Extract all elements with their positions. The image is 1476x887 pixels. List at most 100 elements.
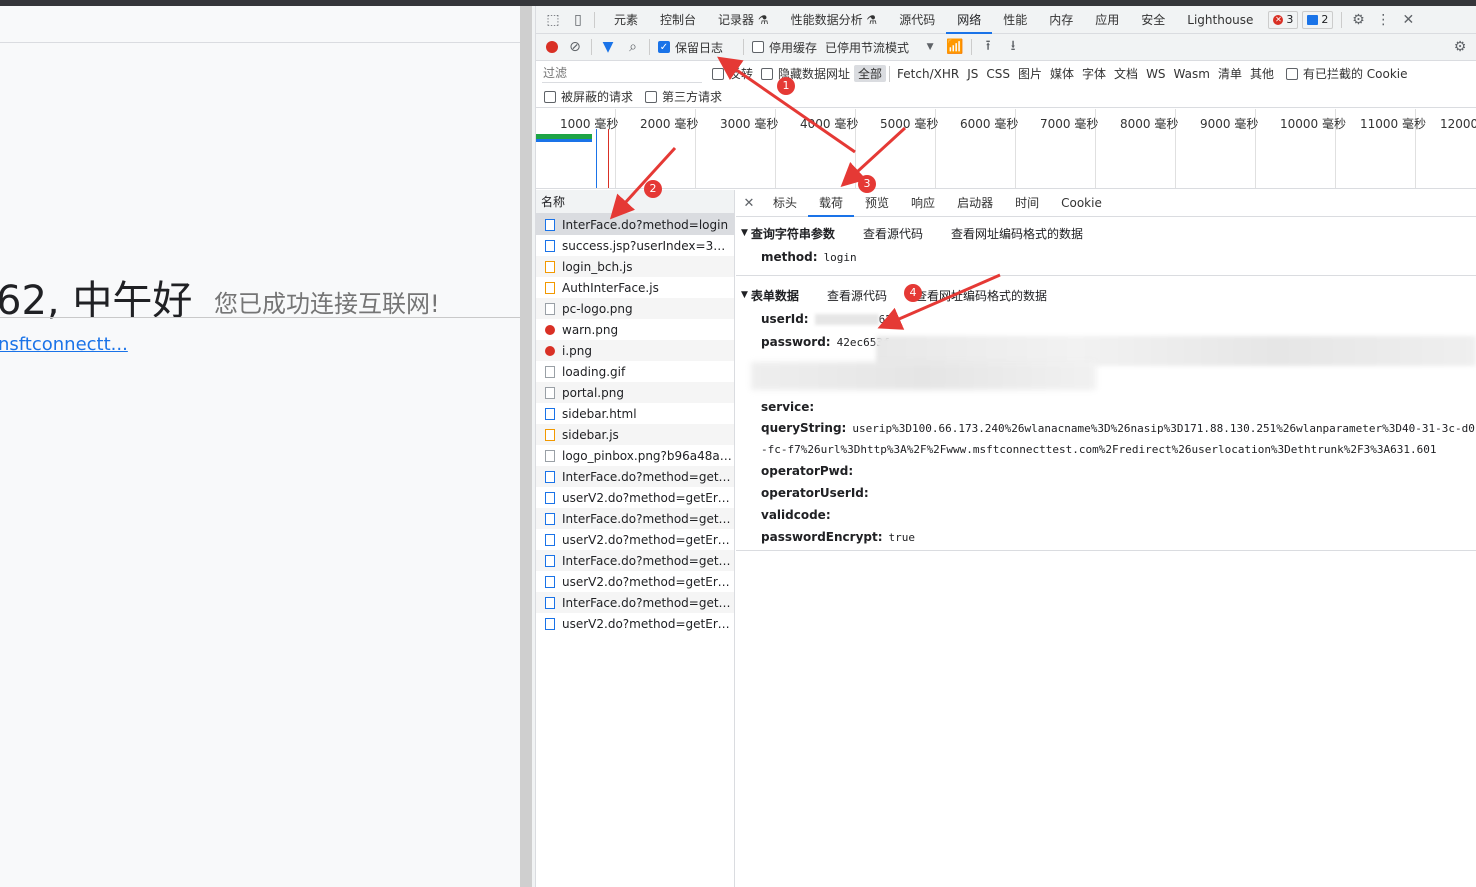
messages-badge[interactable]: 2 <box>1302 10 1334 29</box>
network-settings-icon[interactable]: ⚙ <box>1452 39 1468 55</box>
tab-sources[interactable]: 源代码 <box>888 6 946 34</box>
request-row[interactable]: sidebar.html <box>536 403 734 424</box>
redirect-link[interactable]: nsftconnectt... <box>0 334 128 355</box>
filter-type-ws[interactable]: WS <box>1142 67 1169 81</box>
request-row[interactable]: portal.png <box>536 382 734 403</box>
record-icon[interactable] <box>546 41 558 53</box>
tab-performance[interactable]: 性能 <box>992 6 1038 34</box>
throttling-select[interactable]: 已停用节流模式 <box>825 39 909 56</box>
query-params-header[interactable]: ▼ 查询字符串参数 查看源代码 查看网址编码格式的数据 <box>736 220 1476 246</box>
request-row[interactable]: success.jsp?userIndex=38396... <box>536 235 734 256</box>
filter-icon[interactable]: ▼ <box>600 39 616 55</box>
devtools-tab-bar: ⬚ ▯ 元素 控制台 记录器 ⚗ 性能数据分析 ⚗ 源代码 网络 性能 内存 应… <box>536 6 1476 34</box>
request-row[interactable]: userV2.do?method=getError... <box>536 571 734 592</box>
filter-input[interactable] <box>542 64 702 83</box>
import-har-icon[interactable]: ⭱ <box>980 38 996 55</box>
tab-preview[interactable]: 预览 <box>854 190 900 217</box>
param-value: true <box>888 531 916 544</box>
disable-cache-checkbox[interactable] <box>752 41 765 53</box>
search-icon[interactable]: ⌕ <box>625 39 641 55</box>
close-icon[interactable]: ✕ <box>1400 12 1416 28</box>
filter-type-img[interactable]: 图片 <box>1014 65 1046 82</box>
filter-type-fetch-xhr[interactable]: Fetch/XHR <box>893 67 963 81</box>
request-row[interactable]: InterFace.do?method=getOnli... <box>536 466 734 487</box>
invert-checkbox[interactable] <box>712 67 724 80</box>
gear-icon[interactable]: ⚙ <box>1350 12 1366 28</box>
panel-splitter[interactable] <box>520 6 536 887</box>
errors-badge[interactable]: ✕ 3 <box>1268 10 1299 29</box>
doc-icon <box>545 533 555 546</box>
request-row[interactable]: InterFace.do?method=getOnli... <box>536 592 734 613</box>
hide-data-urls-checkbox[interactable] <box>761 67 774 80</box>
view-url-encoded-button[interactable]: 查看网址编码格式的数据 <box>951 225 1083 242</box>
filter-type-media[interactable]: 媒体 <box>1046 65 1078 82</box>
tab-elements[interactable]: 元素 <box>603 6 649 34</box>
blocked-requests-checkbox[interactable] <box>544 90 556 103</box>
view-source-button[interactable]: 查看源代码 <box>863 225 923 242</box>
request-row[interactable]: i.png <box>536 340 734 361</box>
column-header-name[interactable]: 名称 <box>536 190 734 214</box>
filter-type-wasm[interactable]: Wasm <box>1170 67 1214 81</box>
scrollbar[interactable] <box>520 6 532 887</box>
tab-headers[interactable]: 标头 <box>762 190 808 217</box>
close-icon[interactable]: ✕ <box>736 196 762 211</box>
filter-type-css[interactable]: CSS <box>982 67 1014 81</box>
request-row[interactable]: AuthInterFace.js <box>536 277 734 298</box>
device-toolbar-icon[interactable]: ▯ <box>570 12 586 28</box>
tab-recorder[interactable]: 记录器 ⚗ <box>707 6 780 34</box>
request-name: InterFace.do?method=getOnli... <box>562 469 732 484</box>
filter-type-other[interactable]: 其他 <box>1246 65 1278 82</box>
tab-network[interactable]: 网络 <box>946 6 993 34</box>
request-row[interactable]: sidebar.js <box>536 424 734 445</box>
inspect-element-icon[interactable]: ⬚ <box>545 12 561 28</box>
tab-application[interactable]: 应用 <box>1084 6 1130 34</box>
tab-performance-insights[interactable]: 性能数据分析 ⚗ <box>780 6 889 34</box>
request-row[interactable]: userV2.do?method=getError... <box>536 487 734 508</box>
filter-type-js[interactable]: JS <box>963 67 982 81</box>
tab-lighthouse[interactable]: Lighthouse <box>1176 6 1264 34</box>
clear-icon[interactable]: ⊘ <box>567 39 583 55</box>
request-name: i.png <box>562 343 592 358</box>
request-row[interactable]: pc-logo.png <box>536 298 734 319</box>
tab-response[interactable]: 响应 <box>900 190 946 217</box>
annotation-badge-2: 2 <box>644 180 662 198</box>
load-marker <box>608 129 609 188</box>
filter-type-all[interactable]: 全部 <box>854 65 887 82</box>
export-har-icon[interactable]: ⭳ <box>1005 38 1021 55</box>
request-row[interactable]: userV2.do?method=getError... <box>536 613 734 634</box>
preserve-log-checkbox[interactable]: ✓ <box>658 41 670 53</box>
request-row[interactable]: logo_pinbox.png?b96a48a378... <box>536 445 734 466</box>
tab-timing[interactable]: 时间 <box>1004 190 1050 217</box>
request-name: InterFace.do?method=login <box>562 217 729 232</box>
tab-console[interactable]: 控制台 <box>649 6 707 34</box>
chevron-down-icon[interactable]: ▼ <box>922 39 938 55</box>
param-key: validcode: <box>761 508 831 522</box>
request-row[interactable]: warn.png <box>536 319 734 340</box>
filter-type-doc[interactable]: 文档 <box>1110 65 1142 82</box>
request-row[interactable]: loading.gif <box>536 361 734 382</box>
dom-content-loaded-marker <box>596 129 597 188</box>
request-row[interactable]: userV2.do?method=getError... <box>536 529 734 550</box>
view-source-button[interactable]: 查看源代码 <box>827 287 887 304</box>
tab-cookies[interactable]: Cookie <box>1050 190 1113 217</box>
tab-payload[interactable]: 载荷 <box>808 190 855 217</box>
request-row[interactable]: InterFace.do?method=getOnli... <box>536 550 734 571</box>
request-row[interactable]: InterFace.do?method=getOnli... <box>536 508 734 529</box>
timeline-overview[interactable]: 1000 毫秒 2000 毫秒 3000 毫秒 4000 毫秒 5000 毫秒 6000 … <box>536 109 1476 189</box>
network-conditions-icon[interactable]: 📶 <box>946 39 963 55</box>
request-row[interactable]: login_bch.js <box>536 256 734 277</box>
third-party-checkbox[interactable] <box>645 90 658 103</box>
blocked-cookies-checkbox[interactable] <box>1285 67 1298 80</box>
request-name: login_bch.js <box>562 259 633 274</box>
errors-count: 3 <box>1286 13 1294 26</box>
view-url-encoded-button[interactable]: 查看网址编码格式的数据 <box>915 287 1047 304</box>
tab-security[interactable]: 安全 <box>1130 6 1176 34</box>
tab-initiator[interactable]: 启动器 <box>946 190 1004 217</box>
filter-type-font[interactable]: 字体 <box>1078 65 1110 82</box>
request-name: sidebar.js <box>562 427 619 442</box>
filter-type-manifest[interactable]: 清单 <box>1214 65 1246 82</box>
request-row[interactable]: InterFace.do?method=login <box>536 214 734 235</box>
form-data-header[interactable]: ▼ 表单数据 查看源代码 查看网址编码格式的数据 <box>736 282 1476 308</box>
more-options-icon[interactable]: ⋮ <box>1375 12 1391 28</box>
tab-memory[interactable]: 内存 <box>1038 6 1084 34</box>
